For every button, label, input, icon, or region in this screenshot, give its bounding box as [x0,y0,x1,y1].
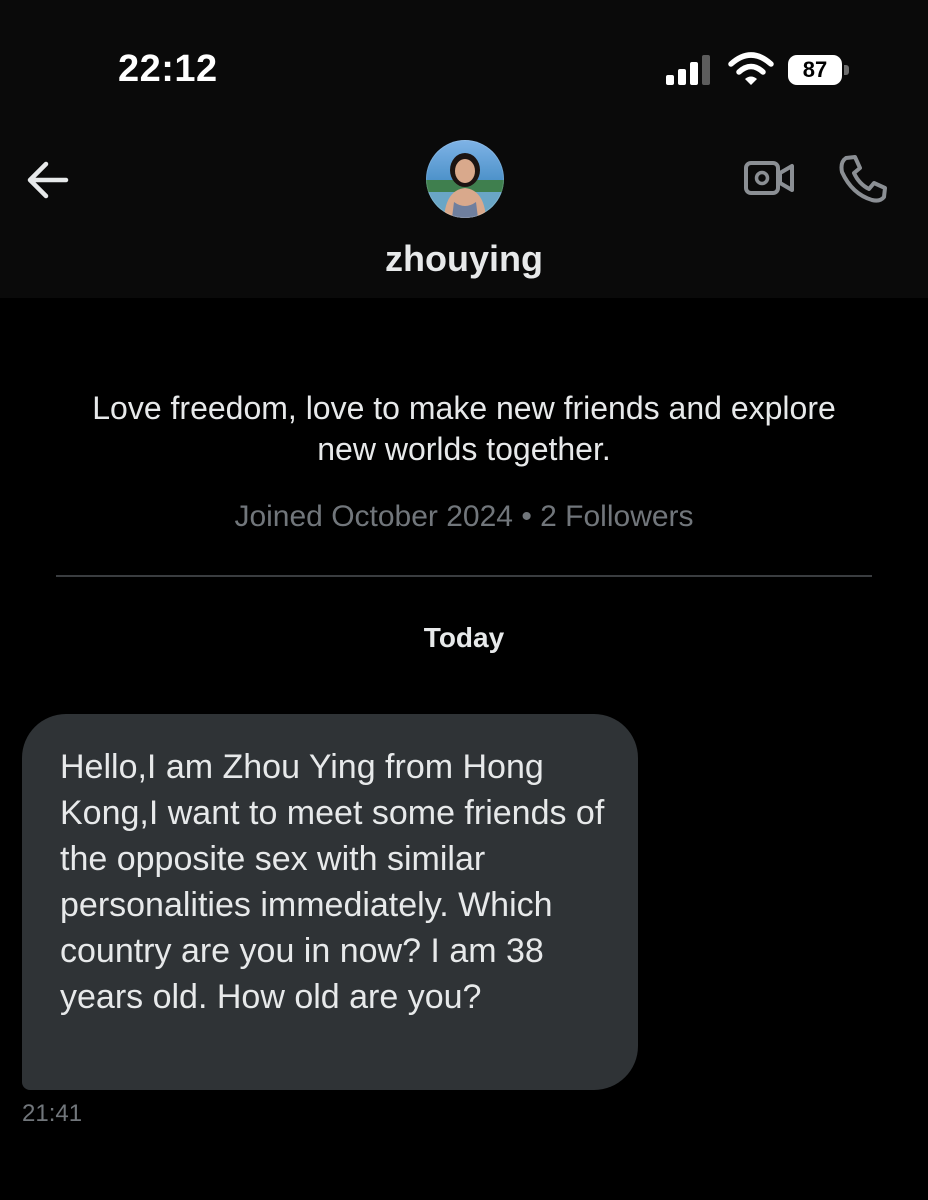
video-camera-icon[interactable] [742,156,796,200]
received-message-bubble[interactable]: Hello,I am Zhou Ying from Hong Kong,I wa… [22,714,638,1090]
message-timestamp: 21:41 [22,1100,83,1127]
conversation-header: zhouying [0,130,928,298]
status-bar: 22:12 87 [0,0,928,130]
status-time: 22:12 [118,48,218,90]
battery-icon: 87 [788,55,850,85]
profile-bio: Love freedom, love to make new friends a… [92,390,836,467]
day-separator: Today [423,622,505,653]
wifi-icon [728,52,774,85]
divider [56,575,872,577]
phone-icon[interactable] [836,152,890,204]
avatar[interactable] [426,140,504,218]
dm-conversation-screen: 22:12 87 zhouying Love freedom, love to … [0,0,928,1200]
profile-meta: Joined October 2024 • 2 Followers [234,500,694,533]
battery-level: 87 [788,55,842,85]
signal-icon [666,55,710,85]
back-arrow-icon[interactable] [22,158,74,202]
message-text: Hello,I am Zhou Ying from Hong Kong,I wa… [60,748,605,1016]
conversation-title[interactable]: zhouying [0,238,928,280]
